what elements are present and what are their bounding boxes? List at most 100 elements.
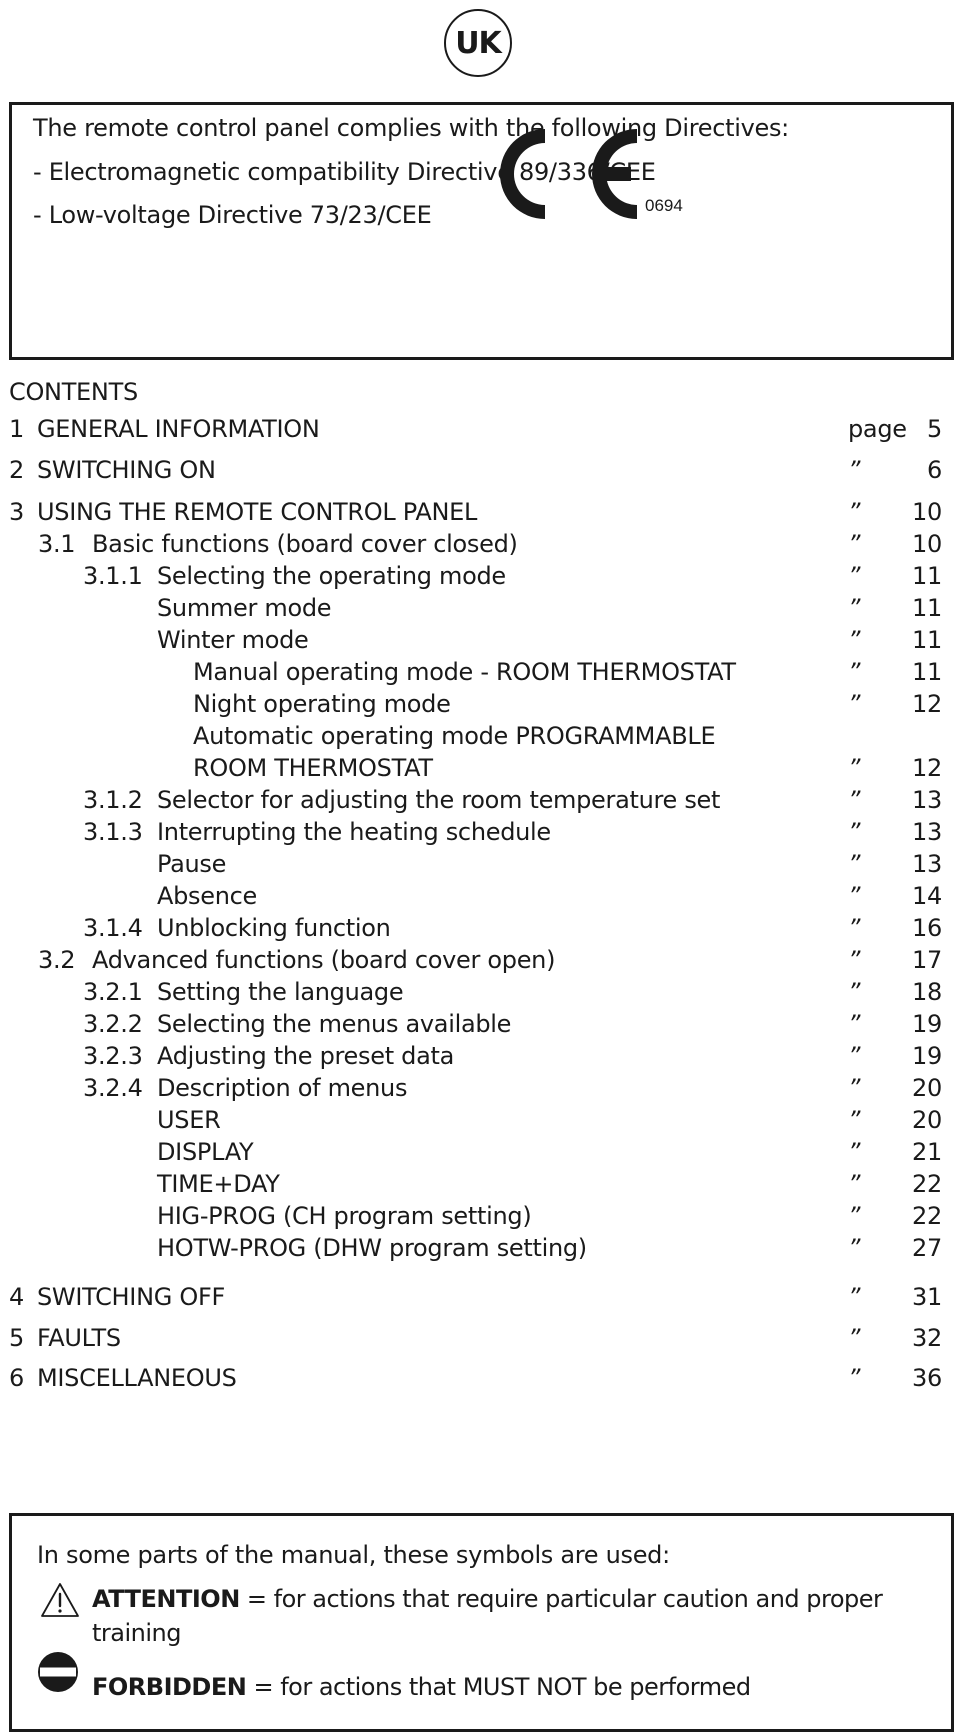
toc-entry: 3.1.1 Selecting the operating mode ” 11 — [0, 562, 960, 594]
toc-entry-number: 1 — [9, 415, 24, 443]
toc-ditto-mark: ” — [848, 1324, 861, 1352]
ce-notified-body-code: 0694 — [645, 196, 683, 215]
toc-entry-title: Selecting the menus available — [157, 1010, 512, 1038]
toc-entry: Pause ” 13 — [0, 850, 960, 882]
toc-entry-title: Selector for adjusting the room temperat… — [157, 786, 721, 814]
toc-ditto-mark: ” — [848, 1202, 861, 1230]
toc-page-number: 19 — [912, 1042, 942, 1070]
toc-ditto-mark: ” — [848, 914, 861, 942]
toc-entry-number: 3.2.4 — [83, 1074, 143, 1102]
toc-entry: 3.2 Advanced functions (board cover open)… — [0, 946, 960, 978]
symbols-intro: In some parts of the manual, these symbo… — [37, 1541, 670, 1569]
language-badge: UK — [444, 9, 512, 77]
toc-entry: 3.1.2 Selector for adjusting the room tem… — [0, 786, 960, 818]
toc-ditto-mark: ” — [848, 1234, 861, 1262]
toc-entry-number: 4 — [9, 1283, 24, 1311]
toc-entry: 5 FAULTS ” 32 — [0, 1324, 960, 1356]
toc-ditto-mark: ” — [848, 1283, 861, 1311]
toc-entry-number: 6 — [9, 1364, 24, 1392]
toc-entry-number: 3.1 — [38, 530, 76, 558]
toc-ditto-mark: ” — [848, 1106, 861, 1134]
toc-entry-title: Absence — [157, 882, 257, 910]
toc-page-word: page — [848, 415, 907, 443]
toc-ditto-mark: ” — [848, 786, 861, 814]
toc-ditto-mark: ” — [848, 562, 861, 590]
toc-page-number: 13 — [912, 786, 942, 814]
toc-entry: USER ” 20 — [0, 1106, 960, 1138]
toc-ditto-mark: ” — [848, 1364, 861, 1392]
toc-page-number: 17 — [912, 946, 942, 974]
contents-title: CONTENTS — [9, 378, 138, 406]
toc-entry-title: Automatic operating mode PROGRAMMABLE — [193, 722, 716, 750]
toc-entry-number: 3.1.2 — [83, 786, 143, 814]
toc-entry-title: GENERAL INFORMATION — [37, 415, 320, 443]
toc-entry-title: Setting the language — [157, 978, 404, 1006]
toc-entry-title: Winter mode — [157, 626, 309, 654]
toc-ditto-mark: ” — [848, 978, 861, 1006]
toc-entry: DISPLAY ” 21 — [0, 1138, 960, 1170]
toc-page-number: 10 — [912, 530, 942, 558]
toc-ditto-mark: ” — [848, 1010, 861, 1038]
toc-page-number: 14 — [912, 882, 942, 910]
toc-entry-title: SWITCHING OFF — [37, 1283, 225, 1311]
attention-term: ATTENTION — [92, 1585, 240, 1613]
toc-entry-title: HIG-PROG (CH program setting) — [157, 1202, 532, 1230]
toc-entry: 3.2.2 Selecting the menus available ” 19 — [0, 1010, 960, 1042]
toc-entry-number: 3.2.2 — [83, 1010, 143, 1038]
toc-ditto-mark: ” — [848, 594, 861, 622]
toc-page-number: 22 — [912, 1170, 942, 1198]
toc-page-number: 11 — [912, 594, 942, 622]
attention-definition: ATTENTION = for actions that require par… — [92, 1585, 883, 1613]
toc-ditto-mark: ” — [848, 530, 861, 558]
toc-entry-title: USING THE REMOTE CONTROL PANEL — [37, 498, 478, 526]
toc-entry-title: MISCELLANEOUS — [37, 1364, 237, 1392]
toc-ditto-mark: ” — [848, 626, 861, 654]
toc-entry: 3.2.1 Setting the language ” 18 — [0, 978, 960, 1010]
toc-entry-title: Manual operating mode - ROOM THERMOSTAT — [193, 658, 736, 686]
toc-entry: ROOM THERMOSTAT ” 12 — [0, 754, 960, 786]
toc-entry-number: 5 — [9, 1324, 24, 1352]
toc-entry: HIG-PROG (CH program setting) ” 22 — [0, 1202, 960, 1234]
toc-ditto-mark: ” — [848, 690, 861, 718]
toc-entry-number: 3 — [9, 498, 24, 526]
toc-entry: Manual operating mode - ROOM THERMOSTAT ”… — [0, 658, 960, 690]
forbidden-text: = for actions that MUST NOT be performed — [246, 1673, 751, 1701]
toc-entry: Night operating mode ” 12 — [0, 690, 960, 722]
toc-entry: 3.2.3 Adjusting the preset data ” 19 — [0, 1042, 960, 1074]
toc-entry-number: 3.2 — [38, 946, 76, 974]
toc-entry-title: SWITCHING ON — [37, 456, 216, 484]
toc-entry-number: 3.2.1 — [83, 978, 143, 1006]
attention-definition-continued: training — [92, 1619, 181, 1647]
toc-page-number: 11 — [912, 626, 942, 654]
toc-page-number: 13 — [912, 818, 942, 846]
toc-page-number: 12 — [912, 754, 942, 782]
toc-page-number: 11 — [912, 658, 942, 686]
toc-ditto-mark: ” — [848, 658, 861, 686]
no-entry-icon — [38, 1652, 78, 1692]
toc-entry: HOTW-PROG (DHW program setting) ” 27 — [0, 1234, 960, 1266]
toc-entry-title: Selecting the operating mode — [157, 562, 506, 590]
toc-page-number: 12 — [912, 690, 942, 718]
attention-text: = for actions that require particular ca… — [239, 1585, 883, 1613]
forbidden-definition: FORBIDDEN = for actions that MUST NOT be… — [92, 1673, 751, 1701]
toc-entry-title: Night operating mode — [193, 690, 451, 718]
forbidden-term: FORBIDDEN — [92, 1673, 247, 1701]
toc-entry-title: TIME+DAY — [157, 1170, 280, 1198]
toc-ditto-mark: ” — [848, 754, 861, 782]
toc-entry-title: Adjusting the preset data — [157, 1042, 454, 1070]
toc-entry-number: 3.1.3 — [83, 818, 143, 846]
toc-page-number: 31 — [912, 1283, 942, 1311]
warning-triangle-icon — [41, 1583, 79, 1617]
toc-page-number: 20 — [912, 1106, 942, 1134]
toc-page-number: 36 — [912, 1364, 942, 1392]
toc-entry-title: Summer mode — [157, 594, 332, 622]
toc-ditto-mark: ” — [848, 946, 861, 974]
toc-page-number: 20 — [912, 1074, 942, 1102]
toc-entry: 3.1 Basic functions (board cover closed) ”… — [0, 530, 960, 562]
toc-ditto-mark: ” — [848, 1170, 861, 1198]
toc-entry: Absence ” 14 — [0, 882, 960, 914]
toc-page-number: 22 — [912, 1202, 942, 1230]
toc-entry-title: USER — [157, 1106, 221, 1134]
toc-page-number: 16 — [912, 914, 942, 942]
toc-ditto-mark: ” — [848, 882, 861, 910]
